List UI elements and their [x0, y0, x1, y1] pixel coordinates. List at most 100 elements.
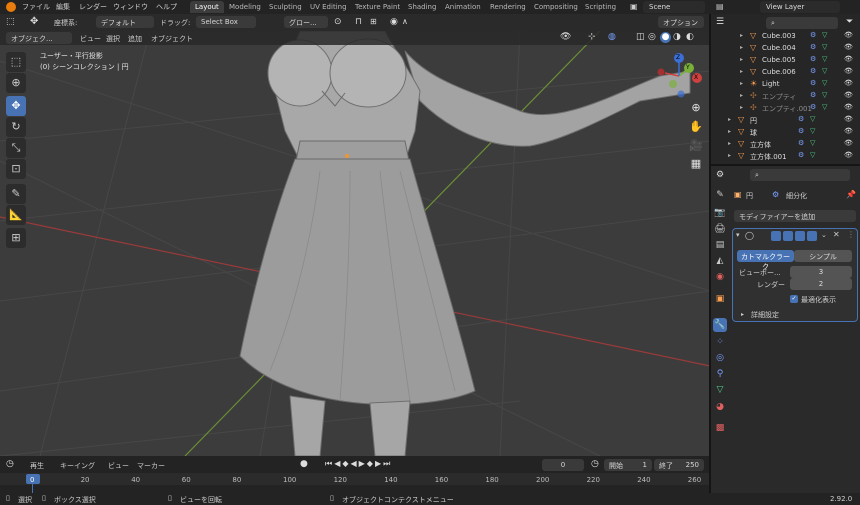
outliner-editor-icon[interactable]: ☰ — [716, 17, 724, 27]
marker-menu[interactable]: マーカー — [137, 461, 165, 471]
view-layer-selector[interactable]: View Layer — [760, 1, 840, 13]
expand-arrow-icon[interactable]: ▸ — [728, 116, 731, 123]
visibility-icon[interactable]: 👁 — [560, 32, 571, 42]
expand-arrow-icon[interactable]: ▸ — [740, 56, 743, 63]
tab-texture-paint[interactable]: Texture Paint — [350, 1, 405, 13]
simple-button[interactable]: シンプル — [794, 250, 852, 262]
blender-logo-icon[interactable] — [6, 2, 16, 12]
clock-icon[interactable]: ◷ — [591, 459, 599, 469]
options-dropdown[interactable]: オプション — [658, 16, 704, 28]
tab-animation[interactable]: Animation — [440, 1, 486, 13]
view-layer-tab-icon[interactable]: ▤ — [713, 238, 727, 252]
render-levels-field[interactable]: 2 — [790, 278, 852, 290]
tab-layout[interactable]: Layout — [190, 1, 224, 13]
expand-arrow-icon[interactable]: ▸ — [728, 128, 731, 135]
wireframe-shading-icon[interactable]: ◎ — [648, 32, 656, 42]
proportional-icon[interactable]: ◉ — [390, 17, 398, 27]
outliner-row[interactable]: ▸ ▽ Cube.005 ⚙ ▽ 👁 — [712, 55, 858, 67]
panel-collapse-icon[interactable]: ▾ — [736, 231, 740, 239]
outliner-row[interactable]: ▸ ▽ 球 ⚙ ▽ 👁 — [712, 127, 858, 139]
visibility-eye-icon[interactable]: 👁 — [844, 91, 853, 99]
visibility-eye-icon[interactable]: 👁 — [844, 43, 853, 51]
tab-sculpting[interactable]: Sculpting — [264, 1, 307, 13]
render-tab-icon[interactable]: 📷 — [713, 206, 727, 220]
constraints-tab-icon[interactable]: ⚲ — [713, 367, 727, 381]
visibility-eye-icon[interactable]: 👁 — [844, 115, 853, 123]
frame-ruler[interactable] — [0, 473, 710, 485]
xray-icon[interactable]: ◫ — [636, 32, 645, 42]
visibility-eye-icon[interactable]: 👁 — [844, 55, 853, 63]
expand-arrow-icon[interactable]: ▸ — [740, 104, 743, 111]
bust-left[interactable] — [267, 39, 333, 107]
tab-shading[interactable]: Shading — [403, 1, 441, 13]
modifier-tab-icon[interactable]: 🔧 — [713, 318, 727, 332]
optimal-display-checkbox[interactable]: ✓ — [790, 295, 798, 303]
playback-menu[interactable]: 再生 — [30, 461, 44, 471]
outliner-row[interactable]: ▸ ▽ 立方体.001 ⚙ ▽ 👁 — [712, 151, 858, 163]
camera-icon[interactable] — [807, 231, 817, 241]
transform-pivot-icon[interactable]: ✥ — [30, 16, 38, 27]
overlay-icon[interactable]: ◍ — [608, 32, 616, 42]
timeline-editor-icon[interactable]: ◷ — [6, 459, 14, 469]
outliner-row[interactable]: ▸ ☀ Light ⚙ ▽ 👁 — [712, 79, 858, 91]
outliner-row[interactable]: ▸ ▽ Cube.003 ⚙ ▽ 👁 — [712, 31, 858, 43]
tab-uv-editing[interactable]: UV Editing — [305, 1, 352, 13]
rotate-tool-icon[interactable]: ↻ — [6, 117, 26, 137]
keying-menu[interactable]: キーイング — [60, 461, 95, 471]
menu-add[interactable]: 追加 — [128, 34, 142, 44]
record-icon[interactable]: ● — [300, 459, 308, 469]
visibility-eye-icon[interactable]: 👁 — [844, 31, 853, 39]
expand-arrow-icon[interactable]: ▸ — [740, 92, 743, 99]
expand-arrow-icon[interactable]: ▸ — [740, 32, 743, 39]
tab-scripting[interactable]: Scripting — [580, 1, 621, 13]
zoom-icon[interactable]: ⊕ — [688, 100, 704, 116]
outliner-row[interactable]: ▸ ✣ エンプティ.001 ⚙ ▽ 👁 — [712, 103, 858, 115]
expand-arrow-icon[interactable]: ▸ — [728, 152, 731, 159]
expand-arrow-icon[interactable]: ▸ — [740, 44, 743, 51]
menu-edit[interactable]: 編集 — [56, 2, 70, 12]
output-tab-icon[interactable]: 🖨 — [713, 222, 727, 236]
outliner-row[interactable]: ▸ ✣ エンプティ ⚙ ▽ 👁 — [712, 91, 858, 103]
outliner-search-input[interactable]: ⌕ — [766, 17, 838, 29]
cursor-tool-icon[interactable]: ⊕ — [6, 73, 26, 93]
catmull-clark-button[interactable]: カトマルクラーク — [737, 250, 794, 271]
rendered-shading-icon[interactable]: ◐ — [686, 32, 694, 42]
solid-shading-icon[interactable]: ● — [660, 32, 671, 43]
arm-mesh[interactable] — [404, 50, 691, 147]
menu-view[interactable]: ビュー — [80, 34, 101, 44]
menu-file[interactable]: ファイル — [22, 2, 50, 12]
expand-arrow-icon[interactable]: ▸ — [740, 80, 743, 87]
visibility-eye-icon[interactable]: 👁 — [844, 79, 853, 87]
object-tab-icon[interactable]: ▣ — [713, 292, 727, 306]
scene-selector[interactable]: Scene — [643, 1, 705, 13]
world-tab-icon[interactable]: ◉ — [713, 270, 727, 284]
material-shading-icon[interactable]: ◑ — [673, 32, 681, 42]
material-tab-icon[interactable]: ◕ — [713, 400, 727, 414]
expand-arrow-icon[interactable]: ▸ — [740, 68, 743, 75]
start-frame-field[interactable]: 開始 1 — [604, 459, 652, 471]
advanced-expand-icon[interactable]: ▸ — [741, 311, 744, 318]
modifier-menu-icon[interactable]: ⌄ — [821, 231, 827, 239]
outliner-row[interactable]: ▸ ▽ Cube.004 ⚙ ▽ 👁 — [712, 43, 858, 55]
select-mode-icon[interactable]: ⬚ — [6, 17, 15, 27]
outliner-row[interactable]: ▸ ▽ 円 ⚙ ▽ 👁 — [712, 115, 858, 127]
tab-modeling[interactable]: Modeling — [224, 1, 266, 13]
camera-view-icon[interactable]: 🎥 — [688, 138, 704, 154]
data-tab-icon[interactable]: ▽ — [713, 383, 727, 397]
orientation-dropdown[interactable]: グロー... — [284, 16, 328, 28]
falloff-icon[interactable]: ∧ — [402, 17, 408, 26]
drag-dropdown[interactable]: Select Box — [196, 16, 256, 28]
outliner-row[interactable]: ▸ ▽ Cube.006 ⚙ ▽ 👁 — [712, 67, 858, 79]
measure-tool-icon[interactable]: 📐 — [6, 205, 26, 225]
leg-left[interactable] — [289, 395, 326, 456]
realtime-icon[interactable] — [783, 231, 793, 241]
snap-target-icon[interactable]: ⊞ — [370, 17, 377, 26]
add-modifier-dropdown[interactable]: モディファイアーを追加 — [734, 210, 856, 222]
physics-tab-icon[interactable]: ◎ — [713, 351, 727, 365]
filter-icon[interactable]: ⏷ — [846, 17, 853, 27]
properties-search-input[interactable]: ⌕ — [750, 169, 850, 181]
gizmo-toggle-icon[interactable]: ⊹ — [588, 32, 596, 42]
move-tool-icon[interactable]: ✥ — [6, 96, 26, 116]
visibility-eye-icon[interactable]: 👁 — [844, 151, 853, 159]
coord-dropdown[interactable]: デフォルト — [96, 16, 154, 28]
